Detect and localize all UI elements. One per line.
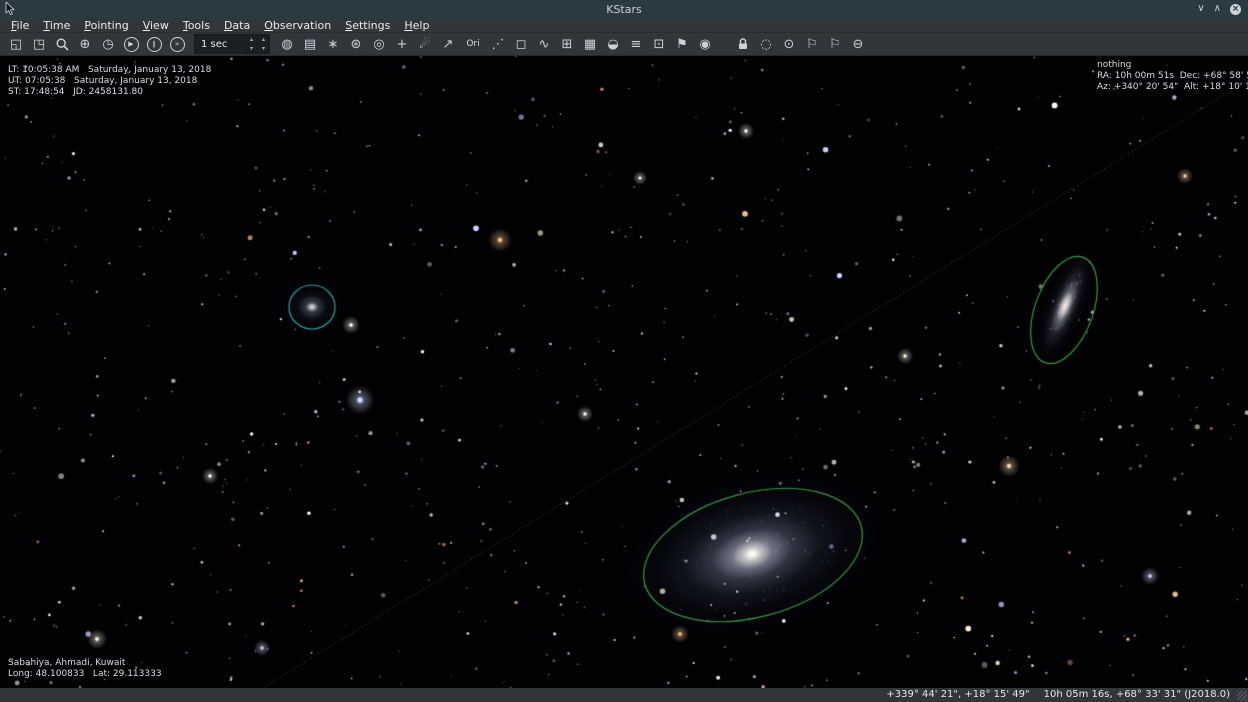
status-radec: 10h 05m 16s, +68° 33' 31" (J2018.0): [1044, 688, 1230, 702]
info-line: RA: 10h 00m 51s Dec: +68° 58' 57": [1097, 71, 1248, 82]
toggle-flags-button[interactable]: ⚑: [671, 34, 693, 54]
find-object-button[interactable]: [51, 34, 73, 54]
park-mount-button[interactable]: ⚐: [801, 34, 823, 54]
advance-one-step-button[interactable]: »: [166, 34, 188, 54]
pause-clock-button-icon: ∥: [147, 37, 162, 52]
info-line: LT: 10:05:38 AM Saturday, January 13, 20…: [8, 65, 211, 76]
toggle-satellites-button[interactable]: ◉: [694, 34, 716, 54]
toggle-constellation-lines-button[interactable]: ⋰: [487, 34, 509, 54]
info-line: nothing: [1097, 60, 1248, 71]
menu-pointing[interactable]: Pointing: [77, 18, 135, 33]
toggle-comets-button[interactable]: ☄: [414, 34, 436, 54]
menu-file[interactable]: File: [4, 18, 36, 33]
time-step-down-icon[interactable]: ▾: [246, 44, 257, 53]
zoom-out-button[interactable]: ◳: [28, 34, 50, 54]
menu-time[interactable]: Time: [36, 18, 77, 33]
export-sky-image-button[interactable]: ▤: [299, 34, 321, 54]
set-time-button[interactable]: ◷: [97, 34, 119, 54]
observation-planner-button[interactable]: ⊡: [648, 34, 670, 54]
toggle-supernovae-button[interactable]: +: [391, 34, 413, 54]
time-step-spinbox[interactable]: 1 sec▴▾▴▾: [194, 34, 270, 54]
start-clock-button[interactable]: ▶: [120, 34, 142, 54]
time-step-arrows-2: ▴▾: [257, 35, 269, 53]
info-line: Sabahiya, Ahmadi, Kuwait: [8, 658, 162, 669]
toggle-deep-sky-objects-button[interactable]: ⊛: [345, 34, 367, 54]
geographic-location-button[interactable]: ⊕: [74, 34, 96, 54]
location-info-panel: Sabahiya, Ahmadi, KuwaitLong: 48.100833 …: [8, 658, 162, 680]
toolbar: ◱◳⊕◷▶∥»1 sec▴▾▴▾◍▤∗⊛◎+☄↗Ori⋰◻∿⊞▦◒≡⊡⚑◉◌⊙⚐…: [0, 33, 1248, 56]
toggle-constellation-names-button[interactable]: Ori: [460, 34, 486, 54]
titlebar[interactable]: KStars ∨ ∧ ×: [0, 0, 1248, 18]
status-azalt: +339° 44' 21", +18° 15' 49": [886, 688, 1029, 702]
center-telescope-button[interactable]: ◌: [755, 34, 777, 54]
close-icon[interactable]: ×: [1230, 4, 1241, 15]
menu-data[interactable]: Data: [217, 18, 257, 33]
time-info-panel: LT: 10:05:38 AM Saturday, January 13, 20…: [8, 65, 211, 98]
window-controls: ∨ ∧ ×: [1197, 0, 1241, 18]
lock-position-button[interactable]: [732, 34, 754, 54]
time-step-arrows-1: ▴▾: [245, 35, 257, 53]
track-object-button[interactable]: ⊙: [778, 34, 800, 54]
window-title: KStars: [606, 3, 642, 16]
unpark-mount-button[interactable]: ⚐: [824, 34, 846, 54]
resize-grip[interactable]: [1237, 691, 1247, 701]
info-line: Az: +340° 20' 54" Alt: +18° 10' 16": [1097, 82, 1248, 93]
menu-tools[interactable]: Tools: [176, 18, 217, 33]
pause-clock-button[interactable]: ∥: [143, 34, 165, 54]
info-line: ST: 17:48:54 JD: 2458131.80: [8, 87, 211, 98]
toggle-horizontal-grid-button[interactable]: ▦: [579, 34, 601, 54]
advance-one-step-button-icon: »: [170, 37, 185, 52]
statusbar: +339° 44' 21", +18° 15' 49" 10h 05m 16s,…: [0, 688, 1248, 702]
toggle-solar-system-button[interactable]: ◎: [368, 34, 390, 54]
menu-help[interactable]: Help: [397, 18, 436, 33]
toggle-constellation-boundaries-button[interactable]: ◻: [510, 34, 532, 54]
toggle-stars-button[interactable]: ∗: [322, 34, 344, 54]
toggle-asteroids-button[interactable]: ↗: [437, 34, 459, 54]
info-line: UT: 07:05:38 Saturday, January 13, 2018: [8, 76, 211, 87]
menu-view[interactable]: View: [136, 18, 176, 33]
time-step-up-icon[interactable]: ▴: [258, 35, 269, 44]
mouse-cursor: [5, 2, 17, 16]
abort-mount-button[interactable]: ⊖: [847, 34, 869, 54]
whats-interesting-button[interactable]: ≡: [625, 34, 647, 54]
time-step-up-icon[interactable]: ▴: [246, 35, 257, 44]
focus-info-panel: nothingRA: 10h 00m 51s Dec: +68° 58' 57"…: [1097, 60, 1248, 93]
sky-map[interactable]: [0, 56, 1248, 688]
toggle-milky-way-button[interactable]: ∿: [533, 34, 555, 54]
time-step-down-icon[interactable]: ▾: [258, 44, 269, 53]
toolbar-separator: [717, 33, 731, 55]
menu-observation[interactable]: Observation: [257, 18, 338, 33]
minimize-icon[interactable]: ∨: [1197, 4, 1204, 14]
time-step-value[interactable]: 1 sec: [195, 35, 245, 53]
kstars-window: KStars ∨ ∧ × FileTimePointingViewToolsDa…: [0, 0, 1248, 702]
start-clock-button-icon: ▶: [124, 37, 139, 52]
info-line: Long: 48.100833 Lat: 29.113333: [8, 669, 162, 680]
toggle-equatorial-grid-button[interactable]: ⊞: [556, 34, 578, 54]
toggle-horizon-button[interactable]: ◒: [602, 34, 624, 54]
coordinate-system-toggle[interactable]: ◍: [276, 34, 298, 54]
sky-view: LT: 10:05:38 AM Saturday, January 13, 20…: [0, 56, 1248, 688]
zoom-in-button[interactable]: ◱: [5, 34, 27, 54]
menubar: FileTimePointingViewToolsDataObservation…: [0, 18, 1248, 33]
menu-settings[interactable]: Settings: [338, 18, 397, 33]
maximize-icon[interactable]: ∧: [1214, 4, 1221, 14]
